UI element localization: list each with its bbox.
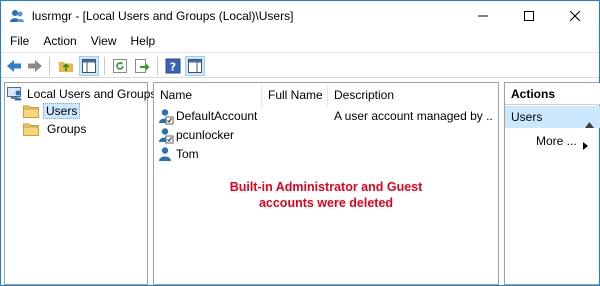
tree-item-groups-label: Groups: [47, 121, 87, 136]
tree-item-groups[interactable]: Groups: [23, 120, 90, 137]
user-name-cell: pcunlocker: [176, 128, 235, 142]
table-row[interactable]: DefaultAccount A user account managed by…: [154, 107, 498, 126]
submenu-arrow-icon: [583, 137, 588, 155]
mmc-window: lusrmgr - [Local Users and Groups (Local…: [0, 0, 600, 286]
maximize-button[interactable]: [506, 1, 552, 31]
users-app-icon: [9, 9, 25, 23]
full-name-cell: [268, 126, 328, 145]
menu-action[interactable]: Action: [36, 31, 83, 51]
svg-text:?: ?: [170, 61, 176, 74]
window-title: lusrmgr - [Local Users and Groups (Local…: [32, 9, 294, 23]
column-header-description[interactable]: Description: [328, 83, 498, 107]
minimize-button[interactable]: [460, 1, 506, 31]
full-name-cell: [268, 107, 328, 126]
forward-button[interactable]: [25, 56, 45, 76]
folder-icon: [23, 104, 39, 118]
table-row[interactable]: pcunlocker: [154, 126, 498, 145]
refresh-icon: [113, 59, 127, 73]
show-hide-action-pane-button[interactable]: [185, 56, 205, 76]
user-account-icon: [158, 127, 174, 144]
tree-root-label: Local Users and Groups: [27, 86, 157, 101]
actions-group-label: Users: [511, 110, 543, 124]
annotation-note: Built-in Administrator and Guest account…: [154, 179, 498, 211]
user-name-cell: Tom: [176, 147, 199, 161]
close-button[interactable]: [552, 1, 598, 31]
up-folder-icon: [59, 62, 73, 72]
column-header-full-name[interactable]: Full Name: [262, 83, 327, 107]
help-button[interactable]: ?: [163, 56, 183, 76]
menu-help[interactable]: Help: [124, 31, 163, 51]
tree-item-root[interactable]: Local Users and Groups: [7, 85, 156, 102]
user-account-icon: [158, 108, 174, 125]
local-users-groups-icon: [7, 86, 23, 101]
toolbar-separator: [157, 57, 158, 75]
menu-bar: File Action View Help: [1, 31, 599, 51]
collapse-caret-icon[interactable]: [585, 113, 594, 135]
up-one-level-button[interactable]: [56, 56, 76, 76]
refresh-button[interactable]: [110, 56, 130, 76]
actions-header: Actions: [505, 83, 600, 105]
menu-view[interactable]: View: [84, 31, 124, 51]
user-account-icon: [158, 146, 174, 163]
show-hide-action-pane-icon: [188, 59, 202, 73]
description-cell: A user account managed by ...: [334, 109, 494, 123]
actions-group-users[interactable]: Users: [505, 106, 600, 128]
menu-file[interactable]: File: [1, 31, 36, 51]
action-more-label: More ...: [536, 134, 577, 148]
action-more[interactable]: More ...: [536, 132, 588, 150]
user-name-cell: DefaultAccount: [176, 109, 258, 123]
description-cell: [334, 126, 494, 145]
show-hide-console-tree-button[interactable]: [79, 56, 99, 76]
export-list-button[interactable]: [132, 56, 152, 76]
folder-icon: [23, 122, 39, 136]
table-row[interactable]: Tom: [154, 145, 498, 164]
results-pane[interactable]: Name Full Name Description DefaultAccoun…: [153, 82, 499, 285]
console-tree-pane[interactable]: Local Users and Groups Users Groups: [4, 82, 156, 285]
title-bar[interactable]: lusrmgr - [Local Users and Groups (Local…: [1, 1, 599, 31]
back-arrow-icon: [7, 60, 21, 72]
toolbar-separator: [49, 57, 50, 75]
actions-pane: Actions Users More ...: [504, 82, 600, 285]
show-hide-console-tree-icon: [82, 59, 96, 73]
tree-item-users-label: Users: [43, 102, 81, 119]
description-cell: [334, 145, 494, 164]
full-name-cell: [268, 145, 328, 164]
column-headers: Name Full Name Description: [154, 83, 498, 107]
back-button[interactable]: [4, 56, 24, 76]
help-icon: ?: [165, 58, 181, 74]
export-list-icon: [135, 59, 150, 73]
column-header-name[interactable]: Name: [154, 83, 261, 107]
toolbar: ?: [1, 52, 599, 78]
forward-arrow-icon: [28, 60, 42, 72]
tree-item-users[interactable]: Users: [23, 102, 81, 119]
annotation-line-1: Built-in Administrator and Guest: [229, 180, 423, 194]
toolbar-separator: [104, 57, 105, 75]
annotation-line-2: accounts were deleted: [258, 196, 394, 210]
